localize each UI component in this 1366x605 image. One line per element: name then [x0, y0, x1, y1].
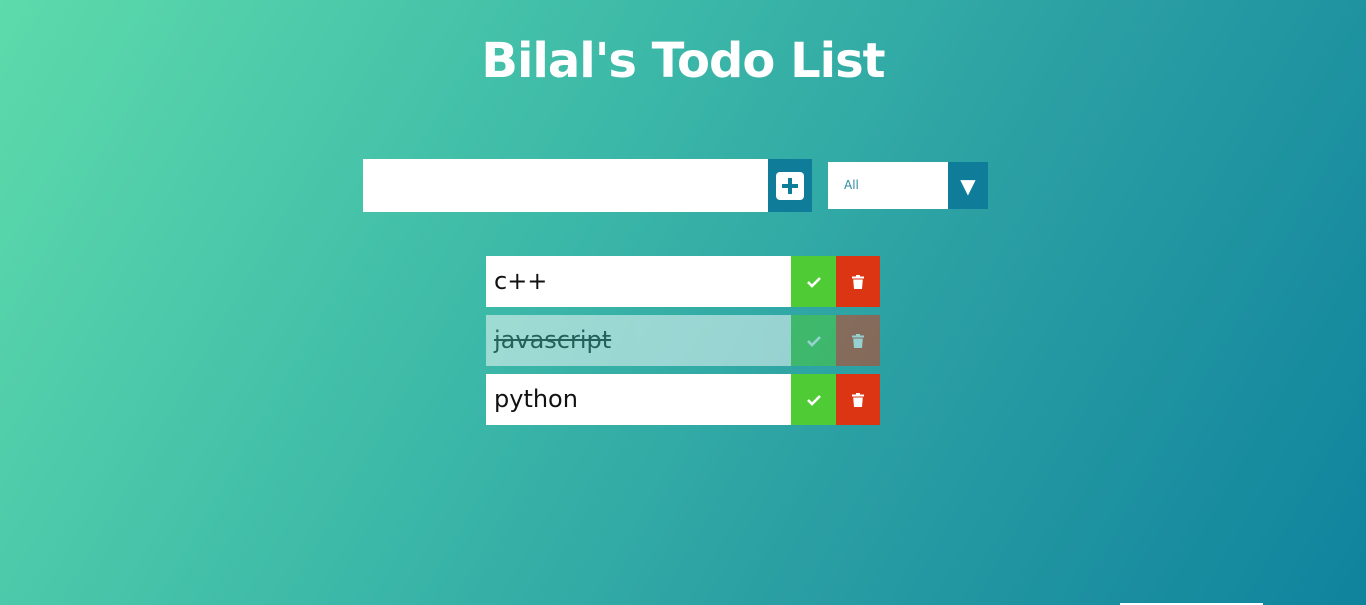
todo-item: c++ [486, 256, 880, 307]
check-icon [806, 394, 821, 406]
delete-button[interactable] [836, 256, 880, 307]
todo-item: javascript [486, 315, 880, 366]
complete-button[interactable] [791, 374, 836, 425]
check-icon [806, 276, 821, 288]
caret-down-icon: ▼ [948, 162, 988, 209]
add-todo-button[interactable] [768, 159, 812, 212]
todo-input[interactable] [363, 159, 768, 212]
todo-form [363, 159, 812, 212]
todo-item-text: javascript [486, 315, 791, 366]
todo-item-text: python [486, 374, 791, 425]
trash-icon [852, 333, 864, 348]
complete-button[interactable] [791, 256, 836, 307]
delete-button[interactable] [836, 374, 880, 425]
trash-icon [852, 392, 864, 407]
check-icon [806, 335, 821, 347]
page-title: Bilal's Todo List [481, 33, 885, 89]
complete-button[interactable] [791, 315, 836, 366]
filter-selected-value: All [844, 178, 859, 192]
delete-button[interactable] [836, 315, 880, 366]
todo-list: c++ javascript python [486, 256, 880, 433]
trash-icon [852, 274, 864, 289]
todo-item-text: c++ [486, 256, 791, 307]
filter-select[interactable]: All ▼ [828, 162, 988, 209]
todo-item: python [486, 374, 880, 425]
plus-square-icon [776, 171, 804, 200]
